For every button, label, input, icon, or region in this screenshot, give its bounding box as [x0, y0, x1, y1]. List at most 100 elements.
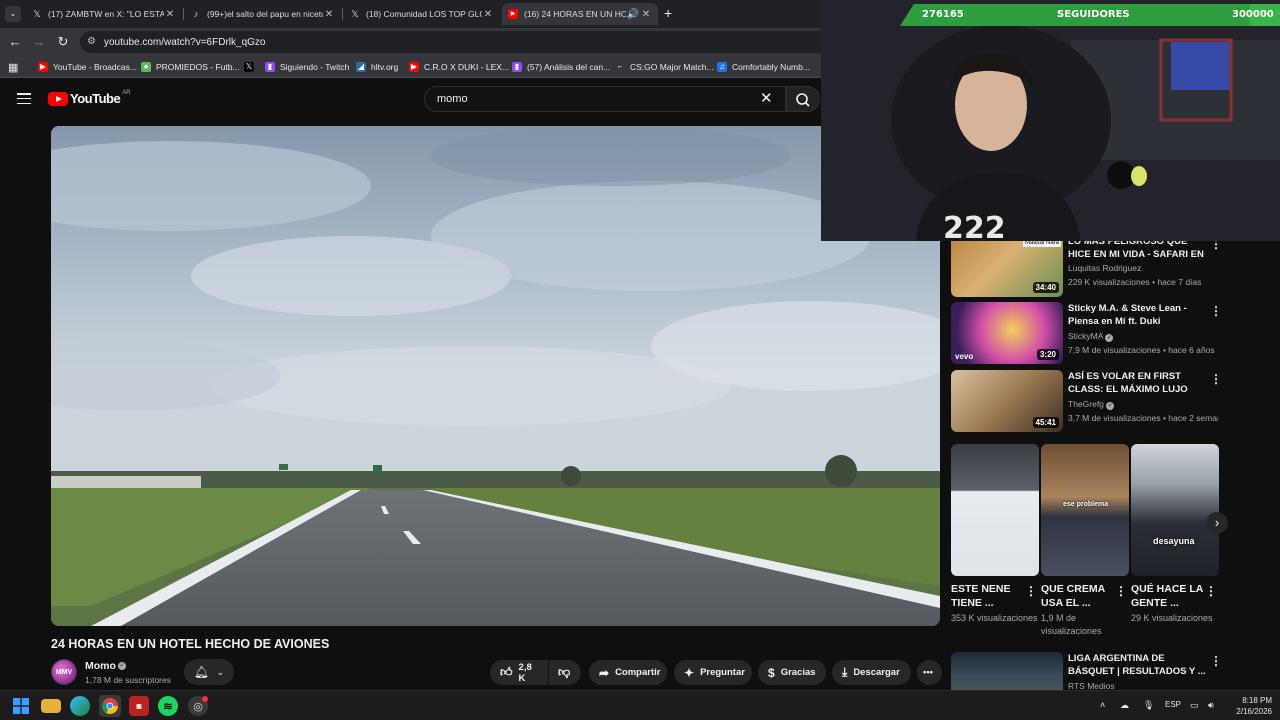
tab-tiktok[interactable]: ♪ (99+)el salto del papu en nicetu ✕ — [185, 3, 341, 25]
like-button[interactable]: 👍︎ 2,8 K — [490, 660, 548, 685]
bookmark-twitch[interactable]: ▮ Siguiendo - Twitch — [265, 60, 349, 74]
spotify-icon[interactable]: ≋ — [158, 696, 178, 716]
recommendation-meta: 3,7 M de visualizaciones • hace 2 seman.… — [1068, 413, 1218, 423]
thanks-button[interactable]: $ Gracias — [758, 660, 826, 685]
apps-grid-icon[interactable]: ▦ — [8, 60, 18, 74]
search-button[interactable] — [786, 86, 820, 112]
short-title[interactable]: ESTE NENE TIENE ... — [951, 582, 1023, 610]
tab-title: (99+)el salto del papu en nicetu — [207, 9, 323, 19]
short-thumbnail[interactable]: ese problema — [1041, 444, 1129, 576]
bookmark-cro-duki[interactable]: ▶ C.R.O X DUKI - LEX... — [409, 60, 509, 74]
chrome-icon[interactable] — [99, 695, 121, 717]
microphone-icon[interactable]: 🎙︎ — [1143, 700, 1154, 711]
recommendation-title[interactable]: ASÍ ES VOLAR EN FIRST CLASS: EL MÁXIMO L… — [1068, 370, 1206, 396]
dislike-button[interactable]: 👎︎ — [549, 660, 581, 685]
recommendation-item[interactable]: 45:41 ASÍ ES VOLAR EN FIRST CLASS: EL MÁ… — [951, 370, 1222, 434]
sparkle-icon: ✦ — [684, 665, 695, 680]
back-button[interactable]: ← — [6, 33, 24, 51]
promiedos-icon: ● — [141, 62, 151, 72]
tab-zambtw[interactable]: 𝕏 (17) ZAMBTW en X: "LO ESTAN ✕ — [26, 3, 182, 25]
recommendation-channel[interactable]: RTS Medios — [1068, 681, 1115, 690]
video-player[interactable] — [51, 126, 940, 626]
obs-app-icon[interactable]: ▣ — [129, 696, 149, 716]
followers-label: SEGUIDORES — [1057, 9, 1130, 20]
url-field[interactable]: ⚙ youtube.com/watch?v=6FDrlk_qGzo — [80, 31, 840, 53]
recommendation-title[interactable]: LIGA ARGENTINA DE BÁSQUET | RESULTADOS Y… — [1068, 652, 1206, 678]
close-tab-icon[interactable]: ✕ — [640, 9, 652, 20]
short-title[interactable]: QUE CREMA USA EL ... — [1041, 582, 1113, 610]
site-info-icon[interactable]: ⚙ — [87, 36, 96, 47]
clear-search-icon[interactable]: ✕ — [760, 90, 773, 108]
more-vertical-icon[interactable]: ⋮ — [1115, 584, 1127, 598]
search-query-text: momo — [437, 93, 468, 105]
share-button[interactable]: ➦ Compartir — [589, 660, 667, 685]
audio-playing-icon[interactable]: 🔊 — [626, 9, 640, 20]
more-actions-button[interactable]: ••• — [917, 660, 942, 685]
volume-icon[interactable]: 🔊︎ — [1208, 700, 1214, 711]
more-vertical-icon[interactable]: ⋮ — [1025, 584, 1037, 598]
edge-icon[interactable] — [70, 696, 90, 716]
recommendation-channel[interactable]: StickyMA ✓ — [1068, 331, 1114, 342]
bookmark-x[interactable]: 𝕏 — [244, 60, 259, 74]
more-vertical-icon[interactable]: ⋮ — [1205, 584, 1217, 598]
forward-button[interactable]: → — [30, 33, 48, 51]
chevron-up-icon[interactable]: ˄ — [1100, 700, 1105, 710]
short-title[interactable]: QUÉ HACE LA GENTE ... — [1131, 582, 1203, 610]
more-vertical-icon[interactable]: ⋮ — [1210, 304, 1222, 318]
recommendation-item[interactable]: Maasai Nara 34:40 LO MÁS PELIGROSO QUE H… — [951, 235, 1222, 299]
bookmark-comfortably-numb[interactable]: ♫ Comfortably Numb... — [717, 60, 810, 74]
tab-comunidad[interactable]: 𝕏 (18) Comunidad LOS TOP GLOB ✕ — [344, 3, 500, 25]
bookmark-analisis[interactable]: ▮ (57) Análisis del can... — [512, 60, 610, 74]
bookmark-youtube-broadcast[interactable]: ▶ YouTube - Broadcas... — [38, 60, 137, 74]
bookmark-hltv[interactable]: ◢ hltv.org — [356, 60, 398, 74]
more-vertical-icon[interactable]: ⋮ — [1210, 654, 1221, 668]
search-input[interactable]: momo — [424, 86, 786, 112]
channel-avatar[interactable]: MMV — [51, 659, 77, 685]
close-tab-icon[interactable]: ✕ — [482, 9, 494, 20]
more-vertical-icon[interactable]: ⋮ — [1210, 372, 1222, 386]
windows-start-icon[interactable] — [11, 696, 31, 716]
steam-icon[interactable]: ☁ — [1120, 700, 1129, 711]
download-button[interactable]: ⤓ Descargar — [832, 660, 911, 685]
bookmark-promiedos[interactable]: ● PROMIEDOS - Futb... — [141, 60, 240, 74]
recommendation-channel[interactable]: TheGrefg ✓ — [1068, 399, 1115, 410]
notifications-bell-button[interactable]: 🔔︎ ⌄ — [184, 659, 234, 685]
recommendation-channel[interactable]: Luquitas Rodriguez — [1068, 263, 1141, 273]
youtube-logo[interactable]: YouTube AR — [48, 90, 131, 106]
clock-time[interactable]: 8:18 PM — [1232, 696, 1272, 705]
language-indicator[interactable]: ESP — [1165, 700, 1181, 709]
youtube-icon: ▶ — [508, 9, 518, 19]
channel-name[interactable]: Momo — [85, 660, 116, 672]
subscriber-count: 1,78 M de suscriptores — [85, 675, 171, 685]
windows-taskbar: ▣ ≋ ◎ ˄ ☁ 🎙︎ ESP ▭ 🔊︎ 8:18 PM 2/16/2026 — [0, 690, 1280, 720]
super-thanks-icon: $ — [768, 665, 775, 680]
bookmark-csgo-major[interactable]: ⌐ CS:GO Major Match... — [615, 60, 714, 74]
more-horizontal-icon: ••• — [923, 667, 933, 678]
recommendation-item[interactable]: LIGA ARGENTINA DE BÁSQUET | RESULTADOS Y… — [951, 652, 1221, 690]
new-tab-button[interactable]: + — [664, 5, 672, 21]
video-thumbnail[interactable]: vevo 3:20 — [951, 302, 1063, 364]
short-thumbnail[interactable]: desayuna — [1131, 444, 1219, 576]
close-tab-icon[interactable]: ✕ — [323, 9, 335, 20]
reload-button[interactable]: ↻ — [54, 33, 72, 51]
video-thumbnail[interactable]: Maasai Nara 34:40 — [951, 235, 1063, 297]
ask-button[interactable]: ✦ Preguntar — [674, 660, 752, 685]
chevron-right-icon[interactable]: › — [1206, 512, 1228, 534]
verified-check-icon: ✓ — [1105, 334, 1114, 342]
followers-current: 276165 — [922, 9, 964, 20]
hamburger-menu-icon[interactable] — [17, 93, 31, 105]
url-text: youtube.com/watch?v=6FDrlk_qGzo — [104, 36, 266, 48]
network-icon[interactable]: ▭ — [1190, 700, 1199, 711]
recommendation-title[interactable]: Sticky M.A. & Steve Lean - Piensa en Mí … — [1068, 302, 1206, 328]
video-thumbnail[interactable] — [951, 652, 1063, 690]
recommendation-item[interactable]: vevo 3:20 Sticky M.A. & Steve Lean - Pie… — [951, 302, 1222, 366]
video-thumbnail[interactable]: 45:41 — [951, 370, 1063, 432]
file-explorer-icon[interactable] — [41, 699, 61, 713]
close-tab-icon[interactable]: ✕ — [164, 9, 176, 20]
tab-search-button[interactable]: ⌄ — [5, 6, 21, 22]
short-thumbnail[interactable] — [951, 444, 1039, 576]
tab-youtube-active[interactable]: ▶ (16) 24 HORAS EN UN HOT 🔊 ✕ — [502, 3, 658, 25]
clock-date[interactable]: 2/16/2026 — [1232, 707, 1272, 716]
twitch-icon: ▮ — [512, 62, 522, 72]
followers-goal-bar: 276165 SEGUIDORES 300000 — [900, 4, 1280, 26]
